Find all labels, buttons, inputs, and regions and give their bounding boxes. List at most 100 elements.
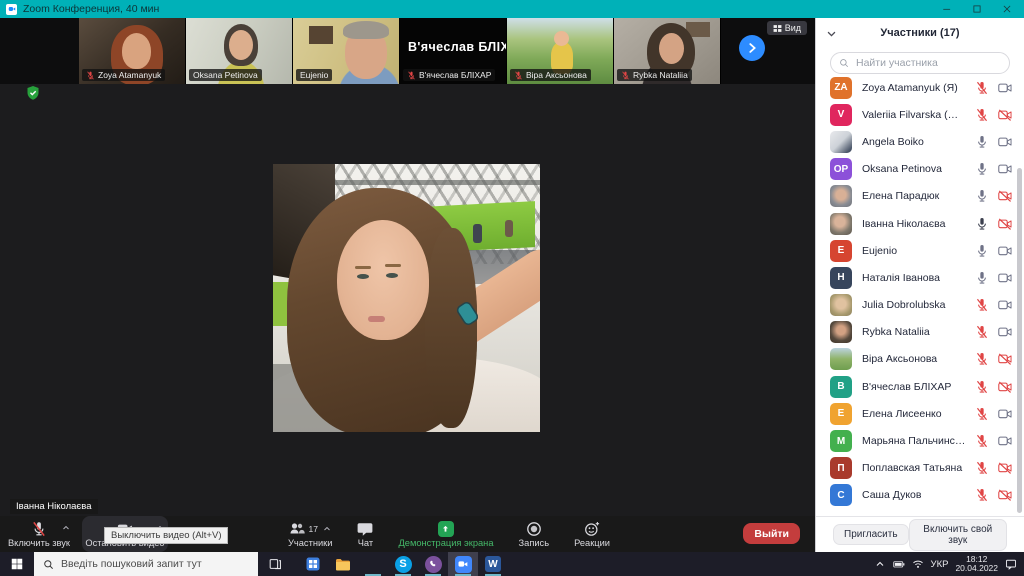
camera-icon[interactable] [998,298,1012,312]
camera-off-icon[interactable] [998,108,1012,122]
mic-muted-icon[interactable] [975,325,989,339]
mic-icon[interactable] [975,244,989,258]
camera-icon[interactable] [998,407,1012,421]
participant-row[interactable]: Елена Парадюк [816,183,1024,210]
unmute-button[interactable]: Включить звук [4,516,74,552]
taskbar-app-viber[interactable] [418,552,448,576]
camera-icon[interactable] [998,135,1012,149]
mic-options-caret[interactable] [62,524,70,532]
tray-chevron-up-icon[interactable] [874,558,886,570]
maximize-button[interactable] [972,4,982,14]
participant-row[interactable]: M Марьяна Пальчинская [816,427,1024,454]
participant-row[interactable]: B В'ячеслав БЛІХАР [816,373,1024,400]
mic-muted-icon[interactable] [975,407,989,421]
next-videos-button[interactable] [739,35,765,61]
taskbar-app-skype[interactable]: S [388,552,418,576]
view-button[interactable]: Вид [766,21,807,35]
participant-avatar: П [830,457,852,480]
participant-row[interactable]: Rybka Nataliia [816,319,1024,346]
mic-icon[interactable] [975,135,989,149]
participant-row[interactable]: ZA Zoya Atamanyuk (Я) [816,74,1024,101]
language-indicator[interactable]: УКР [931,559,949,570]
camera-icon[interactable] [998,162,1012,176]
camera-icon[interactable] [998,325,1012,339]
mic-muted-icon[interactable] [975,488,989,502]
mic-icon[interactable] [975,271,989,285]
chevron-down-icon[interactable] [826,28,837,39]
close-button[interactable] [1002,4,1012,14]
participant-search-box[interactable] [830,52,1010,74]
chat-button[interactable]: Чат [357,516,373,552]
camera-icon[interactable] [998,271,1012,285]
camera-off-icon[interactable] [998,352,1012,366]
participant-row[interactable]: C Саша Дуков [816,482,1024,509]
taskbar-app-file-explorer[interactable] [328,552,358,576]
mic-muted-icon[interactable] [975,434,989,448]
battery-icon[interactable] [892,558,905,570]
camera-off-icon[interactable] [998,461,1012,475]
mic-icon[interactable] [975,217,989,231]
video-thumbnail[interactable]: Oksana Petinova [186,18,293,84]
unmute-self-button[interactable]: Включить свой звук [908,518,1007,551]
record-button[interactable]: Запись [519,516,549,552]
video-thumbnail[interactable]: Zoya Atamanyuk [79,18,186,84]
participants-button[interactable]: 17 Участники [288,516,332,552]
participant-name: Саша Дуков [862,489,922,502]
taskbar-search[interactable]: Введіть пошуковий запит тут [34,552,258,576]
share-screen-button[interactable]: Демонстрация экрана [398,516,494,552]
start-button[interactable] [0,552,34,576]
mic-muted-icon[interactable] [975,380,989,394]
reactions-button[interactable]: Реакции [574,516,610,552]
task-view-button[interactable] [258,552,292,576]
minimize-button[interactable] [942,4,952,14]
participants-caret[interactable] [323,525,331,533]
camera-icon[interactable] [998,434,1012,448]
mic-muted-icon[interactable] [975,81,989,95]
participants-panel-header: Участники (17) [816,18,1024,48]
participant-search-input[interactable] [854,56,1001,70]
participants-list: ZA Zoya Atamanyuk (Я) V Valeriia Filvarska … [816,74,1024,509]
search-icon [839,58,849,68]
participant-row[interactable]: Angela Boiko [816,128,1024,155]
video-thumbnail[interactable]: В'ячеслав БЛІХ... В'ячеслав БЛІХАР [400,18,507,84]
taskbar-app-firefox[interactable] [358,552,388,576]
video-thumbnail[interactable]: Віра Аксьонова [507,18,614,84]
camera-off-icon[interactable] [998,380,1012,394]
mic-muted-icon[interactable] [975,108,989,122]
mic-muted-icon[interactable] [975,298,989,312]
participant-avatar: B [830,375,852,398]
mic-muted-icon[interactable] [975,461,989,475]
mic-icon[interactable] [975,162,989,176]
taskbar-app-word[interactable]: W [478,552,508,576]
participant-row[interactable]: Віра Аксьонова [816,346,1024,373]
camera-icon[interactable] [998,244,1012,258]
participant-row[interactable]: E Eujenio [816,237,1024,264]
taskbar-app-app-grid[interactable] [298,552,328,576]
taskbar-clock[interactable]: 18:12 20.04.2022 [955,554,998,574]
participant-avatar: V [830,103,852,126]
invite-button[interactable]: Пригласить [833,524,909,545]
camera-off-icon[interactable] [998,217,1012,231]
taskbar-app-zoom[interactable] [448,552,478,576]
video-thumbnail[interactable]: Eujenio [293,18,400,84]
participant-row[interactable]: V Valeriia Filvarska (Организатор) [816,101,1024,128]
participant-row[interactable]: П Поплавская Татьяна [816,455,1024,482]
video-art-layer [337,220,429,340]
participant-row[interactable]: Іванна Ніколаєва [816,210,1024,237]
scrollbar-thumb[interactable] [1017,168,1022,513]
mic-muted-icon[interactable] [975,352,989,366]
camera-off-icon[interactable] [998,189,1012,203]
participant-row[interactable]: E Елена Лисеенко [816,400,1024,427]
participant-row[interactable]: H Наталія Іванова [816,264,1024,291]
camera-off-icon[interactable] [998,488,1012,502]
security-shield-icon[interactable] [25,85,41,101]
participant-row[interactable]: Julia Dobrolubska [816,292,1024,319]
mic-icon[interactable] [975,189,989,203]
wifi-icon[interactable] [912,558,924,570]
leave-button[interactable]: Выйти [743,523,800,544]
camera-icon[interactable] [998,81,1012,95]
video-thumbnail[interactable]: Rybka Nataliia [614,18,721,84]
thumbnail-name-tag: Eujenio [296,69,333,81]
participant-row[interactable]: OP Oksana Petinova [816,156,1024,183]
action-center-icon[interactable] [1005,558,1017,570]
